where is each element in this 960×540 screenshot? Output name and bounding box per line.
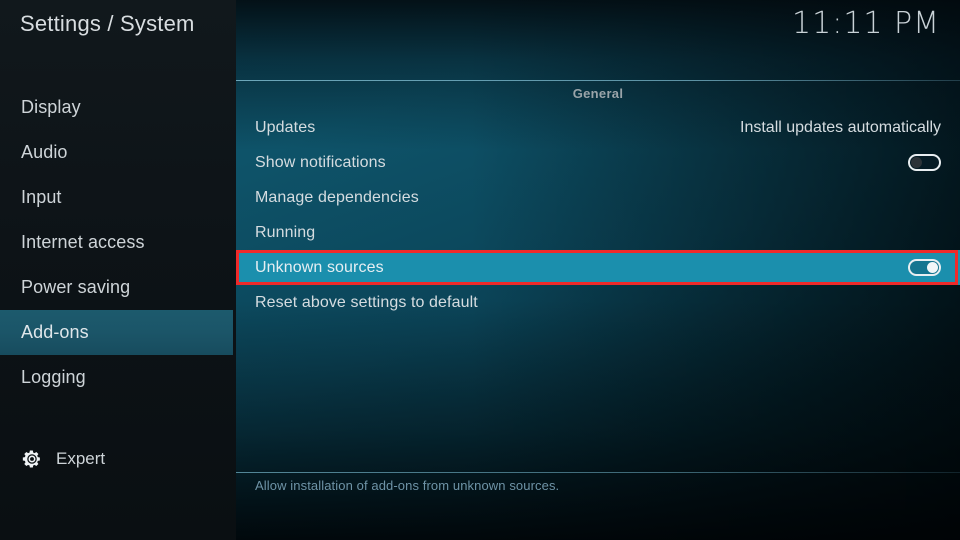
content-panel: 11:11 PM General Updates Install updates … bbox=[236, 0, 960, 540]
clock: 11:11 PM bbox=[792, 6, 940, 41]
setting-row-manage-dependencies[interactable]: Manage dependencies bbox=[236, 180, 960, 215]
toggle-knob bbox=[911, 157, 922, 168]
toggle-switch-on[interactable] bbox=[908, 259, 941, 276]
sidebar-item-internet-access[interactable]: Internet access bbox=[0, 220, 236, 265]
setting-row-unknown-sources[interactable]: Unknown sources bbox=[236, 250, 960, 285]
setting-row-running[interactable]: Running bbox=[236, 215, 960, 250]
sidebar-item-add-ons[interactable]: Add-ons bbox=[0, 310, 233, 355]
setting-description: Allow installation of add-ons from unkno… bbox=[255, 478, 559, 493]
sidebar-item-logging[interactable]: Logging bbox=[0, 355, 236, 400]
settings-list: Updates Install updates automatically Show… bbox=[236, 110, 960, 320]
setting-label: Updates bbox=[255, 119, 315, 137]
setting-label: Reset above settings to default bbox=[255, 294, 478, 312]
sidebar-item-label: Logging bbox=[21, 367, 86, 388]
setting-value: Install updates automatically bbox=[740, 119, 941, 137]
sidebar-item-label: Display bbox=[21, 97, 81, 118]
sidebar-item-label: Audio bbox=[21, 142, 68, 163]
footer-divider bbox=[236, 472, 960, 473]
sidebar-item-label: Power saving bbox=[21, 277, 130, 298]
setting-label: Manage dependencies bbox=[255, 189, 419, 207]
setting-label: Running bbox=[255, 224, 315, 242]
setting-row-updates[interactable]: Updates Install updates automatically bbox=[236, 110, 960, 145]
sidebar-item-display[interactable]: Display bbox=[0, 85, 236, 130]
header-divider bbox=[236, 80, 960, 81]
settings-level-expert[interactable]: Expert bbox=[21, 448, 105, 470]
sidebar-nav: Display Audio Input Internet access Power sa… bbox=[0, 85, 236, 400]
setting-row-show-notifications[interactable]: Show notifications bbox=[236, 145, 960, 180]
section-header: General bbox=[236, 86, 960, 101]
gear-icon bbox=[21, 448, 43, 470]
setting-label: Unknown sources bbox=[255, 259, 384, 277]
kodi-settings-window: 11:11 PM General Updates Install updates … bbox=[0, 0, 960, 540]
sidebar-item-power-saving[interactable]: Power saving bbox=[0, 265, 236, 310]
sidebar-item-input[interactable]: Input bbox=[0, 175, 236, 220]
settings-level-label: Expert bbox=[56, 449, 105, 469]
sidebar-item-label: Internet access bbox=[21, 232, 145, 253]
sidebar-item-label: Add-ons bbox=[21, 322, 89, 343]
sidebar: Settings / System Display Audio Input Inter… bbox=[0, 0, 236, 540]
sidebar-item-audio[interactable]: Audio bbox=[0, 130, 236, 175]
page-title: Settings / System bbox=[20, 11, 195, 37]
setting-row-reset-above-settings-to-default[interactable]: Reset above settings to default bbox=[236, 285, 960, 320]
toggle-switch-off[interactable] bbox=[908, 154, 941, 171]
setting-label: Show notifications bbox=[255, 154, 386, 172]
sidebar-item-label: Input bbox=[21, 187, 62, 208]
toggle-knob bbox=[927, 262, 938, 273]
